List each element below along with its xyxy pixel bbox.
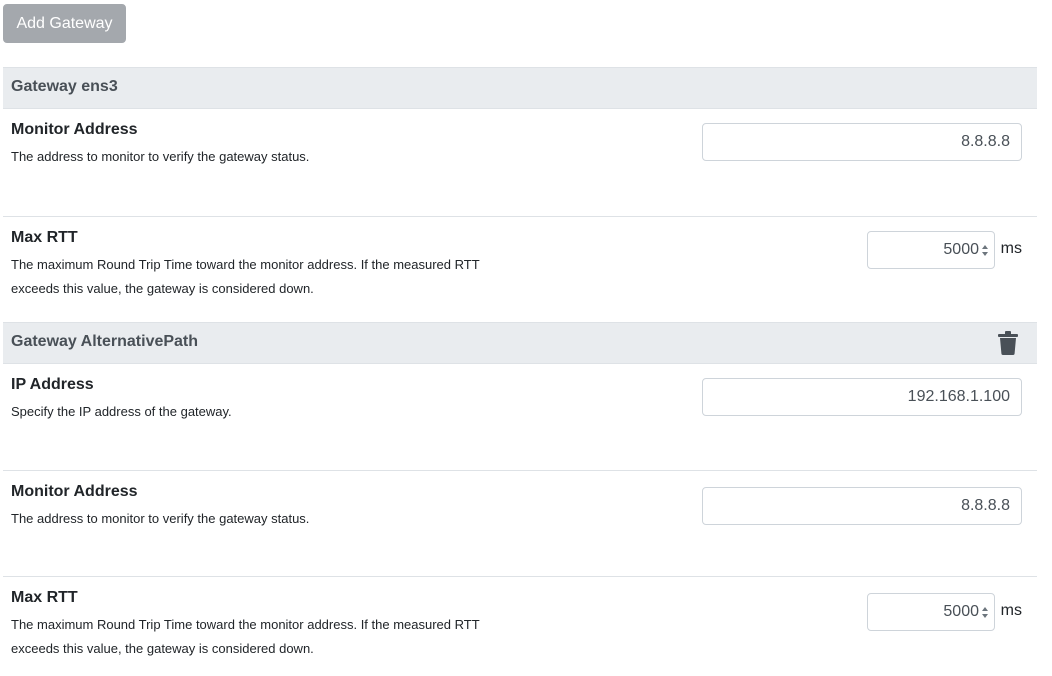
max-rtt-value: 5000 [943, 603, 979, 620]
max-rtt-label: Max RTT [11, 229, 78, 246]
monitor-address-label: Monitor Address [11, 121, 138, 138]
monitor-address-description: The address to monitor to verify the gat… [11, 149, 310, 164]
add-gateway-button[interactable]: Add Gateway [3, 4, 126, 43]
spinner-arrows-icon[interactable] [981, 606, 989, 619]
monitor-address-row: Monitor Address The address to monitor t… [3, 470, 1037, 576]
gateway-title: Gateway AlternativePath [11, 333, 199, 350]
gateway-header-alternativepath: Gateway AlternativePath [3, 322, 1037, 364]
max-rtt-unit: ms [1000, 602, 1022, 619]
max-rtt-label: Max RTT [11, 589, 78, 606]
ip-address-description: Specify the IP address of the gateway. [11, 404, 232, 419]
monitor-address-input[interactable] [702, 123, 1022, 161]
max-rtt-unit: ms [1000, 240, 1022, 257]
max-rtt-input[interactable]: 5000 [867, 231, 995, 269]
ip-address-input[interactable] [702, 378, 1022, 416]
max-rtt-description: The maximum Round Trip Time toward the m… [11, 617, 480, 656]
max-rtt-field: 5000 ms [867, 231, 1022, 269]
monitor-address-input[interactable] [702, 487, 1022, 525]
max-rtt-row: Max RTT The maximum Round Trip Time towa… [3, 216, 1037, 322]
max-rtt-input[interactable]: 5000 [867, 593, 995, 631]
ip-address-label: IP Address [11, 376, 94, 393]
max-rtt-field: 5000 ms [867, 593, 1022, 631]
trash-icon[interactable] [998, 331, 1018, 355]
spinner-arrows-icon[interactable] [981, 244, 989, 257]
max-rtt-description: The maximum Round Trip Time toward the m… [11, 257, 480, 296]
monitor-address-description: The address to monitor to verify the gat… [11, 511, 310, 526]
monitor-address-label: Monitor Address [11, 483, 138, 500]
gateway-header-ens3: Gateway ens3 [3, 67, 1037, 109]
ip-address-row: IP Address Specify the IP address of the… [3, 364, 1037, 470]
max-rtt-value: 5000 [943, 241, 979, 258]
max-rtt-row: Max RTT The maximum Round Trip Time towa… [3, 576, 1037, 676]
gateway-settings-page: Add Gateway Gateway ens3 Monitor Address… [0, 0, 1052, 676]
monitor-address-row: Monitor Address The address to monitor t… [3, 109, 1037, 216]
gateway-title: Gateway ens3 [11, 78, 118, 95]
